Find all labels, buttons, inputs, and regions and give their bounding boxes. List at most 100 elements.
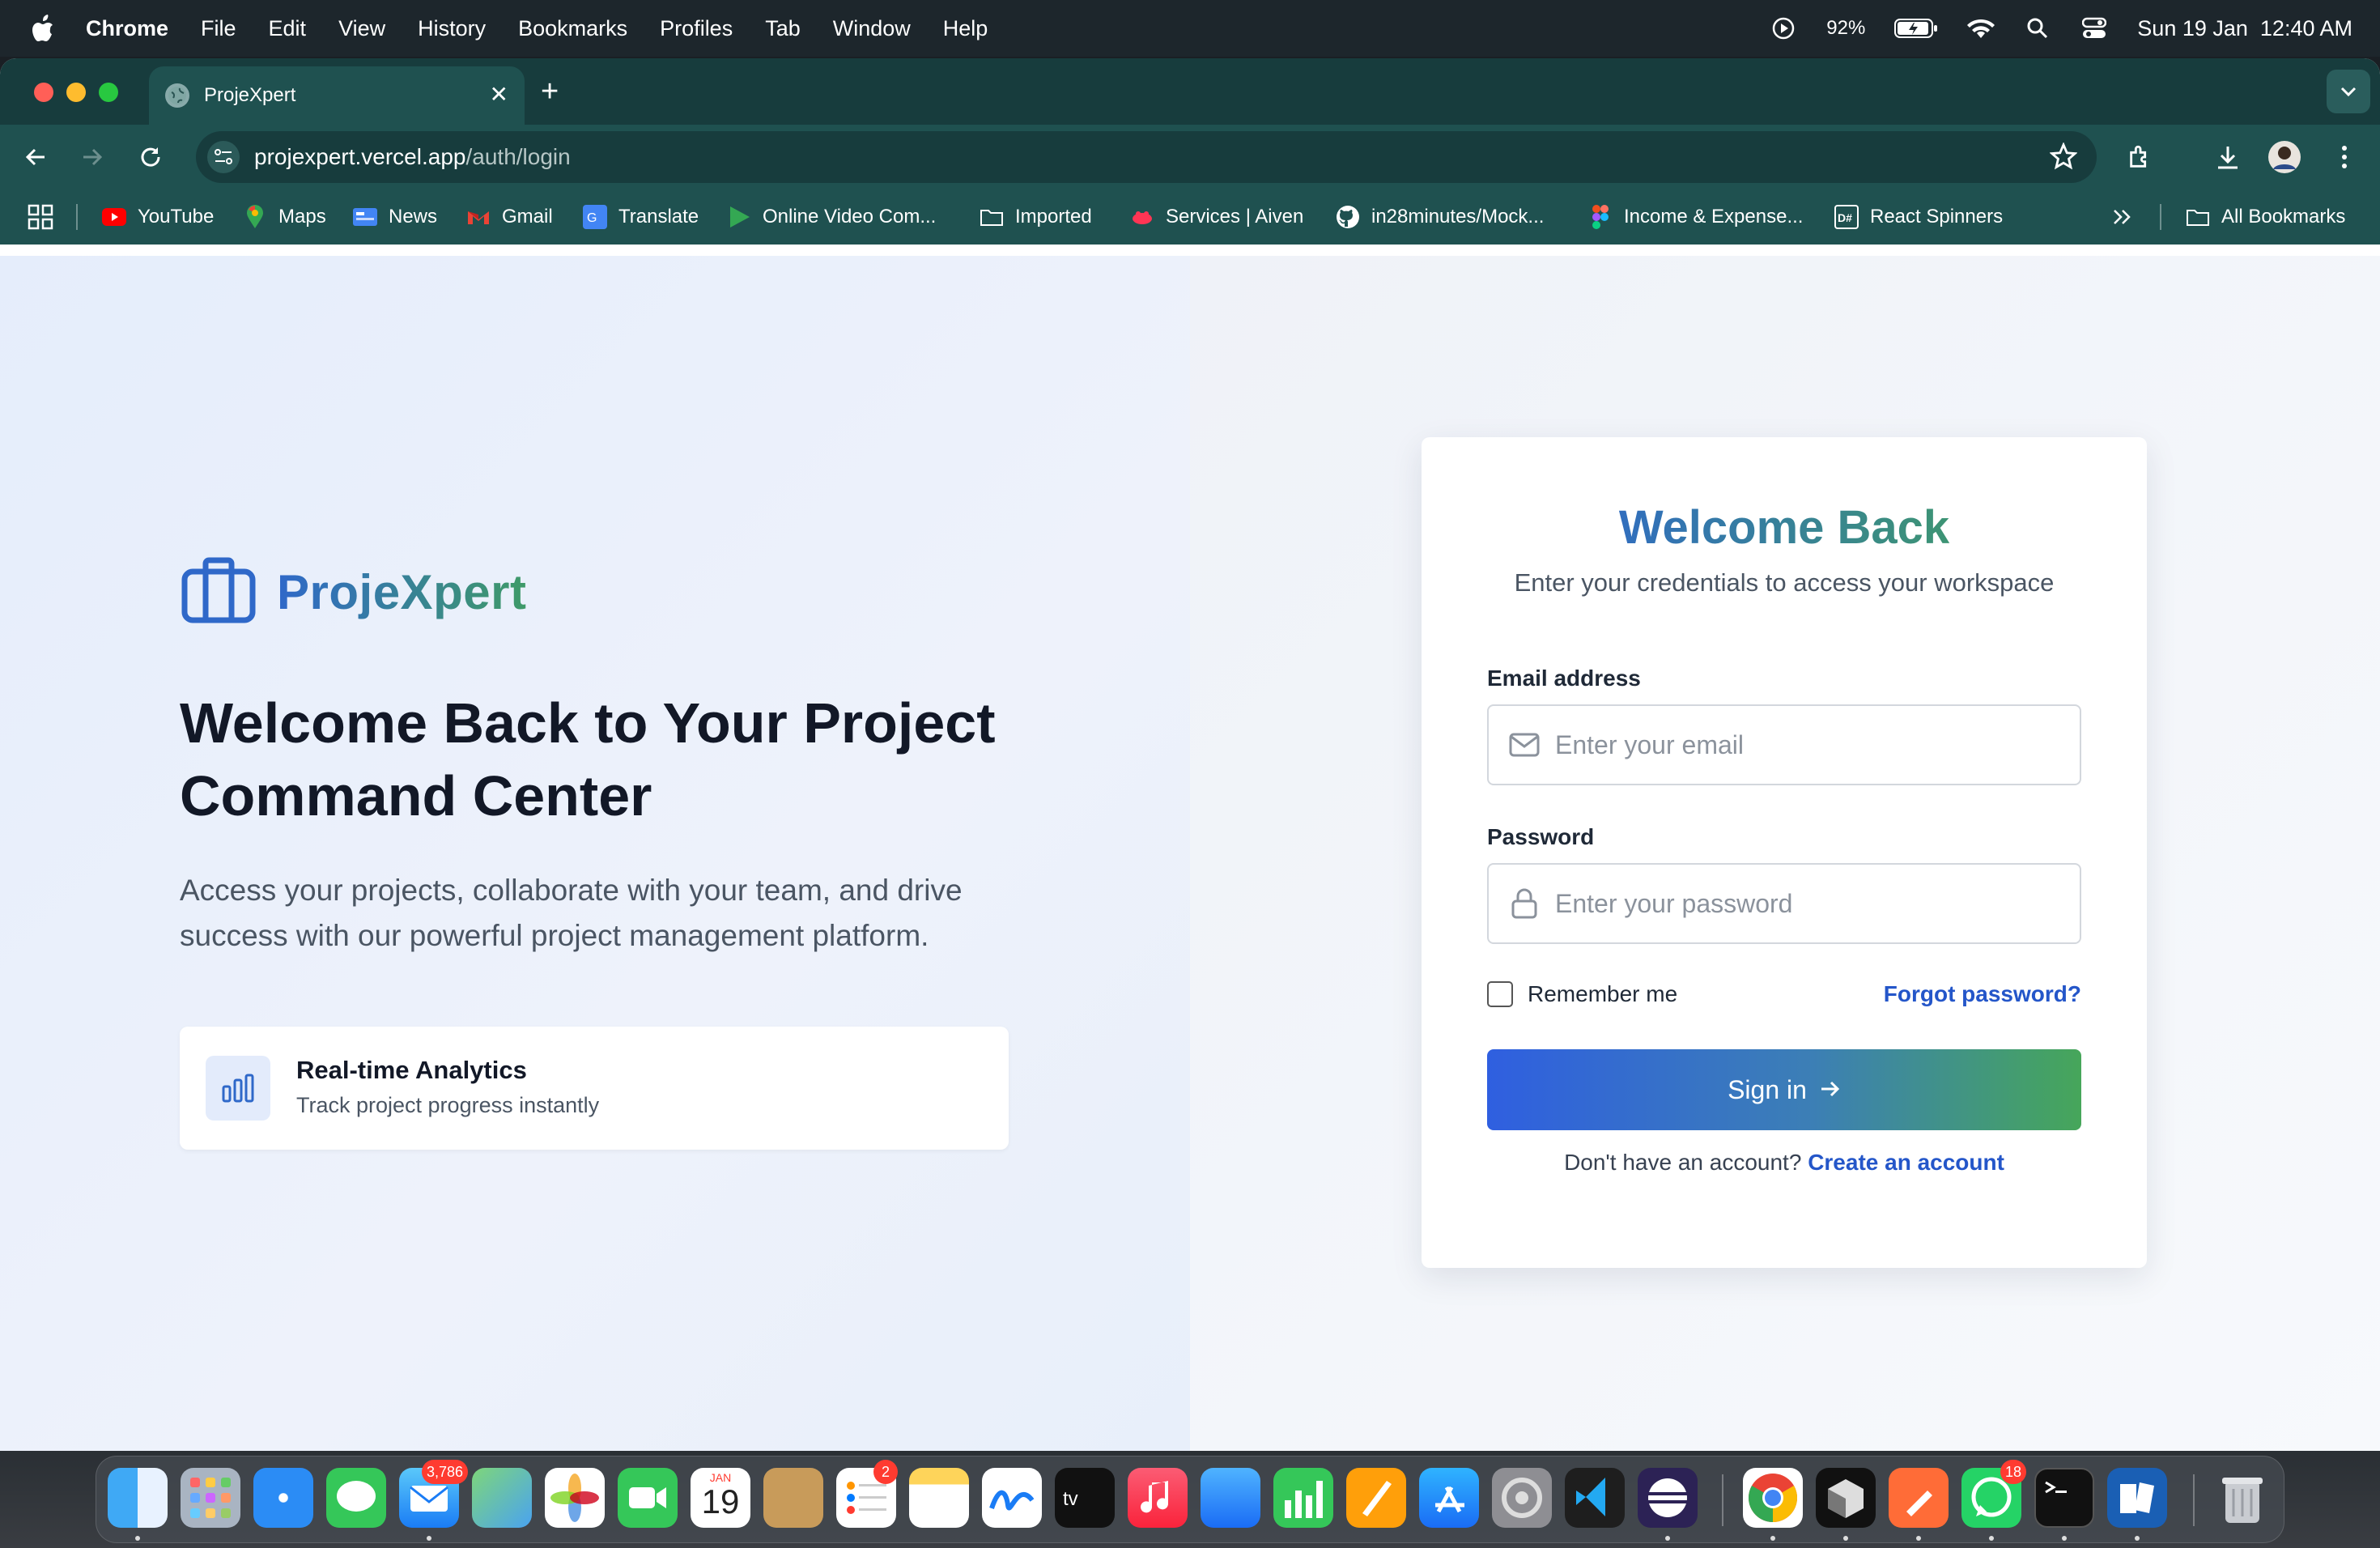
- brand-logo[interactable]: ProjeXpert: [181, 557, 526, 627]
- back-arrow-icon[interactable]: [18, 139, 53, 175]
- bookmark-star-icon[interactable]: [2049, 142, 2078, 174]
- password-input[interactable]: [1555, 888, 2041, 919]
- apple-icon[interactable]: [31, 15, 55, 42]
- menu-file[interactable]: File: [201, 16, 236, 41]
- bookmark-translate[interactable]: G Translate: [583, 202, 699, 232]
- email-input[interactable]: [1555, 729, 2041, 760]
- apps-grid-icon[interactable]: [28, 202, 53, 232]
- music-icon[interactable]: [1128, 1468, 1188, 1528]
- clock[interactable]: Sun 19 Jan 12:40 AM: [2137, 16, 2352, 41]
- reload-icon[interactable]: [133, 139, 168, 175]
- github-icon: [1336, 205, 1360, 229]
- freeform-icon[interactable]: [982, 1468, 1042, 1528]
- bookmark-youtube[interactable]: YouTube: [102, 202, 214, 232]
- forgot-password-link[interactable]: Forgot password?: [1884, 981, 2081, 1007]
- vscode-icon[interactable]: [1565, 1468, 1625, 1528]
- signup-prompt: Don't have an account? Create an account: [1422, 1150, 2147, 1176]
- battery-icon[interactable]: [1894, 15, 1938, 42]
- password-label: Password: [1487, 824, 1595, 849]
- finder-icon[interactable]: [108, 1468, 168, 1528]
- pages-icon[interactable]: [1346, 1468, 1406, 1528]
- sign-in-button[interactable]: Sign in: [1487, 1049, 2081, 1130]
- wifi-icon[interactable]: [1967, 15, 1995, 42]
- books-icon[interactable]: [2107, 1468, 2167, 1528]
- facetime-icon[interactable]: [618, 1468, 678, 1528]
- email-field[interactable]: [1487, 704, 2081, 785]
- bookmark-gmail[interactable]: Gmail: [466, 202, 553, 232]
- chrome-icon[interactable]: [1743, 1468, 1803, 1528]
- notes-icon[interactable]: [909, 1468, 969, 1528]
- forward-arrow-icon[interactable]: [74, 139, 110, 175]
- numbers-icon[interactable]: [1273, 1468, 1333, 1528]
- terminal-icon[interactable]: [2034, 1468, 2094, 1528]
- bookmark-label: in28minutes/Mock...: [1371, 206, 1545, 228]
- close-window-button[interactable]: [34, 83, 53, 102]
- launchpad-icon[interactable]: [181, 1468, 240, 1528]
- download-icon[interactable]: [2210, 139, 2246, 175]
- menu-history[interactable]: History: [418, 16, 486, 41]
- trash-icon[interactable]: [2212, 1468, 2272, 1528]
- bookmark-github[interactable]: in28minutes/Mock...: [1336, 202, 1544, 232]
- menu-tab[interactable]: Tab: [765, 16, 801, 41]
- youtube-icon: [102, 205, 126, 229]
- safari-icon[interactable]: [253, 1468, 313, 1528]
- bookmarks-overflow-icon[interactable]: [2111, 202, 2132, 232]
- bookmark-income-expense[interactable]: Income & Expense...: [1588, 202, 1803, 232]
- figma-icon: [1588, 205, 1613, 229]
- all-bookmarks[interactable]: All Bookmarks: [2186, 202, 2345, 232]
- minimize-window-button[interactable]: [66, 83, 86, 102]
- maps-icon: [243, 205, 267, 229]
- globe-icon: [165, 83, 189, 108]
- url-host: projexpert.vercel.app: [254, 144, 466, 169]
- messages-icon[interactable]: [326, 1468, 386, 1528]
- address-bar[interactable]: projexpert.vercel.app/auth/login: [196, 131, 2097, 183]
- folder-icon: [2186, 205, 2210, 229]
- password-field[interactable]: [1487, 863, 2081, 944]
- login-title: Welcome Back: [1422, 500, 2147, 555]
- system-settings-icon[interactable]: [1492, 1468, 1552, 1528]
- remember-me[interactable]: Remember me: [1487, 981, 1677, 1007]
- menu-window[interactable]: Window: [833, 16, 911, 41]
- bookmark-imported[interactable]: Imported: [980, 202, 1092, 232]
- profile-avatar[interactable]: [2267, 139, 2302, 175]
- bookmark-maps[interactable]: Maps: [243, 202, 326, 232]
- site-settings-icon[interactable]: [207, 141, 240, 173]
- eclipse-icon[interactable]: [1638, 1468, 1698, 1528]
- spotlight-search-icon[interactable]: [2024, 15, 2051, 42]
- bookmark-online-video[interactable]: Online Video Com...: [727, 202, 936, 232]
- bookmark-news[interactable]: News: [353, 202, 437, 232]
- control-center-icon[interactable]: [2080, 15, 2108, 42]
- menu-bookmarks[interactable]: Bookmarks: [518, 16, 627, 41]
- menu-app-name[interactable]: Chrome: [86, 16, 168, 41]
- play-status-icon[interactable]: [1770, 15, 1797, 42]
- bookmark-aiven[interactable]: Services | Aiven: [1130, 202, 1303, 232]
- more-menu-icon[interactable]: [2327, 139, 2362, 175]
- app-store-icon[interactable]: [1419, 1468, 1479, 1528]
- contacts-icon[interactable]: [763, 1468, 823, 1528]
- tab-search-chevron-icon[interactable]: [2327, 70, 2370, 113]
- postman-icon[interactable]: [1889, 1468, 1949, 1528]
- gmail-icon: [466, 205, 491, 229]
- close-tab-icon[interactable]: ✕: [490, 83, 508, 107]
- maps-app-icon[interactable]: [472, 1468, 532, 1528]
- remember-checkbox[interactable]: [1487, 981, 1513, 1007]
- keynote-icon[interactable]: [1201, 1468, 1260, 1528]
- bookmark-react-spinners[interactable]: D# React Spinners: [1834, 202, 2003, 232]
- calendar-icon[interactable]: JAN 19: [691, 1468, 750, 1528]
- url-text[interactable]: projexpert.vercel.app/auth/login: [254, 144, 571, 170]
- create-account-link[interactable]: Create an account: [1808, 1150, 2004, 1175]
- zoom-window-button[interactable]: [99, 83, 118, 102]
- new-tab-button[interactable]: +: [541, 76, 559, 107]
- menu-edit[interactable]: Edit: [269, 16, 307, 41]
- briefcase-icon: [181, 557, 256, 627]
- menu-profiles[interactable]: Profiles: [660, 16, 733, 41]
- extensions-icon[interactable]: [2123, 139, 2158, 175]
- menu-view[interactable]: View: [338, 16, 385, 41]
- play-icon: [727, 205, 751, 229]
- photos-icon[interactable]: [545, 1468, 605, 1528]
- menu-help[interactable]: Help: [943, 16, 988, 41]
- bookmark-label: Maps: [278, 206, 326, 228]
- cube-app-icon[interactable]: [1816, 1468, 1876, 1528]
- tab-projexpert[interactable]: ProjeXpert ✕: [149, 66, 525, 125]
- apple-tv-icon[interactable]: tv: [1055, 1468, 1115, 1528]
